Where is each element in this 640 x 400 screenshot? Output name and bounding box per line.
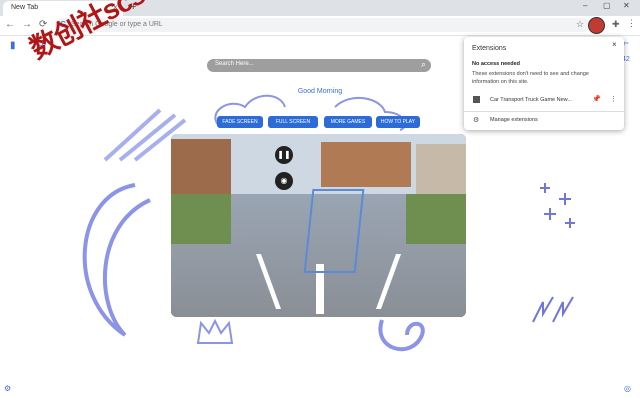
bookmark-star-icon[interactable]: ☆: [576, 19, 584, 30]
game-viewport[interactable]: [171, 134, 466, 317]
popup-subtitle: No access needed: [472, 61, 520, 67]
extensions-puzzle-icon[interactable]: ✚: [612, 19, 620, 30]
pause-button[interactable]: ❚❚: [275, 146, 293, 164]
omnibox[interactable]: G Search Google or type a URL: [55, 18, 590, 32]
sparkle-doodle: [540, 183, 575, 228]
more-games-button[interactable]: MORE GAMES: [324, 116, 372, 128]
crescent-doodle: [82, 183, 151, 337]
maximize-icon[interactable]: ▢: [603, 1, 611, 10]
popup-description: These extensions don't need to see and c…: [472, 71, 589, 85]
game-building: [171, 139, 231, 199]
swirl-doodle: [378, 319, 425, 352]
search-input[interactable]: Search Here... ⌕: [207, 59, 431, 72]
bookmark-icon[interactable]: ▮: [10, 40, 16, 51]
fade-screen-button[interactable]: FADE SCREEN: [217, 116, 263, 128]
extension-name[interactable]: Car Transport Truck Game New...: [490, 97, 572, 103]
back-icon[interactable]: ←: [5, 19, 15, 30]
full-screen-button[interactable]: FULL SCREEN: [268, 116, 318, 128]
game-building: [416, 144, 466, 199]
game-building: [321, 142, 411, 187]
game-grass: [171, 194, 231, 244]
window-close-icon[interactable]: ✕: [623, 1, 630, 10]
game-grass: [406, 194, 466, 244]
manage-extensions-link[interactable]: Manage extensions: [490, 117, 538, 123]
extension-more-icon[interactable]: ⋮: [610, 95, 617, 103]
popup-title: Extensions: [472, 45, 507, 52]
crown-doodle: [196, 318, 234, 344]
settings-icon[interactable]: ⚙: [4, 384, 11, 393]
camera-button[interactable]: ◉: [275, 172, 293, 190]
extension-avatar-icon[interactable]: [588, 17, 605, 34]
extensions-popup: Extensions × No access needed These exte…: [464, 37, 624, 130]
lightning-doodle: [532, 296, 574, 323]
greeting-text: Good Morning: [297, 88, 343, 95]
minimize-icon[interactable]: –: [583, 1, 587, 10]
tab-title: New Tab: [11, 4, 39, 11]
popup-close-icon[interactable]: ×: [612, 40, 617, 49]
truck-trailer: [303, 189, 365, 273]
how-to-play-button[interactable]: HOW TO PLAY: [376, 116, 420, 128]
popup-divider: [464, 111, 624, 112]
corner-icon[interactable]: ◎: [624, 384, 631, 393]
manage-gear-icon: ⚙: [473, 117, 480, 124]
search-icon[interactable]: ⌕: [421, 59, 426, 70]
extension-icon: [473, 96, 480, 103]
chrome-menu-icon[interactable]: ⋮: [627, 18, 636, 29]
pin-icon[interactable]: 📌: [592, 95, 601, 103]
search-placeholder: Search Here...: [215, 61, 254, 67]
